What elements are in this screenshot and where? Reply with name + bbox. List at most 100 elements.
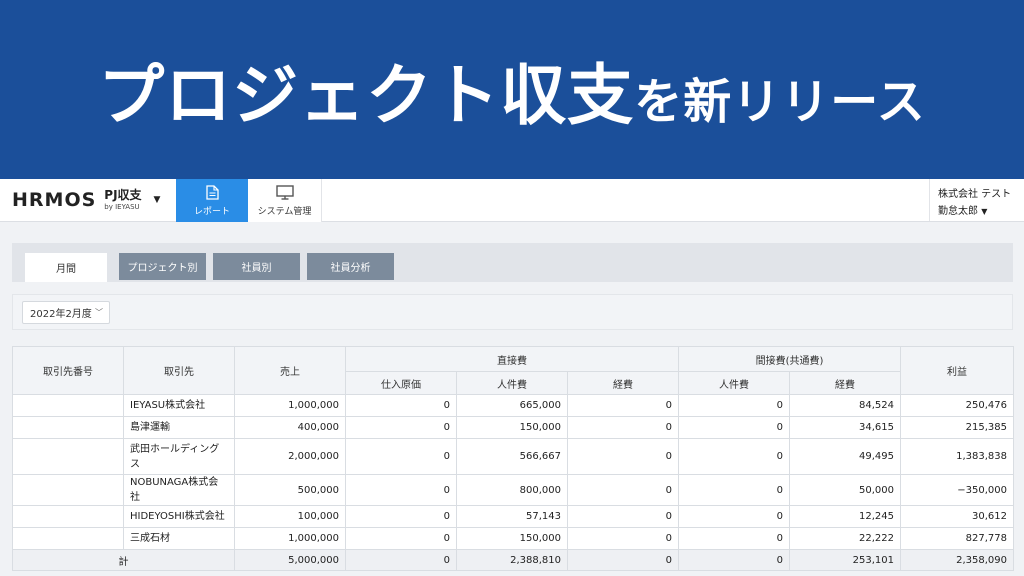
cell-expense: 0 (566, 394, 680, 417)
header-indirect-expense[interactable]: 経費 (789, 371, 902, 395)
cell-expense: 0 (566, 474, 680, 506)
product-switcher[interactable]: HRMOS PJ収支 by IEYASU ▼ (0, 179, 176, 221)
product-label: PJ収支 by IEYASU (104, 189, 141, 211)
user-name-row[interactable]: 勤怠太郎 ▼ (938, 203, 1024, 220)
header-direct-cost: 直接費 (344, 346, 680, 372)
banner-title: プロジェクト収支を新リリース (98, 42, 926, 138)
caret-down-icon: ▼ (981, 207, 988, 216)
cell-ind-labor: 0 (678, 416, 791, 439)
company-name: 株式会社 テスト (938, 189, 1012, 200)
cell-profit: −350,000 (900, 474, 1015, 506)
cell-ind-expense: 49,495 (789, 438, 902, 475)
app-header: HRMOS PJ収支 by IEYASU ▼ レポート システム管理 株式会社 … (0, 179, 1024, 222)
header-client[interactable]: 取引先 (123, 346, 235, 395)
total-ind-labor: 0 (678, 549, 791, 571)
cell-client: 武田ホールディングス (123, 438, 235, 475)
banner-title-main: プロジェクト収支 (98, 56, 635, 134)
table-row[interactable]: IEYASU株式会社 1,000,000 0 665,000 0 0 84,52… (12, 394, 1015, 417)
cell-sales: 2,000,000 (234, 438, 346, 475)
total-expense: 0 (566, 549, 680, 571)
cell-client: 三成石材 (123, 527, 235, 550)
cell-purchase: 0 (345, 474, 457, 506)
tab-monthly[interactable]: 月間 (25, 253, 107, 282)
filter-bar: 2022年2月度 ﹀ (12, 294, 1013, 330)
nav-system-admin-label: システム管理 (257, 206, 312, 217)
nav-report[interactable]: レポート (176, 179, 248, 222)
cell-labor: 665,000 (456, 394, 568, 417)
cell-sales: 1,000,000 (234, 394, 346, 417)
cell-profit: 827,778 (900, 527, 1015, 550)
cell-ind-labor: 0 (678, 505, 791, 528)
cell-client: 島津運輸 (123, 416, 235, 439)
cell-client: IEYASU株式会社 (123, 394, 235, 417)
chevron-down-icon: ﹀ (95, 308, 103, 317)
nav-report-label: レポート (193, 206, 230, 217)
cell-client: HIDEYOSHI株式会社 (123, 505, 235, 528)
table-row[interactable]: 三成石材 1,000,000 0 150,000 0 0 22,222 827,… (12, 527, 1015, 550)
header-purchase-cost[interactable]: 仕入原価 (345, 371, 457, 395)
header-indirect-cost: 間接費(共通費) (678, 346, 902, 372)
total-row: 計 5,000,000 0 2,388,810 0 0 253,101 2,35… (12, 549, 1015, 571)
tab-employee-analysis[interactable]: 社員分析 (307, 253, 394, 280)
report-tabs: 月間 プロジェクト別 社員別 社員分析 (12, 243, 1013, 282)
cell-client: NOBUNAGA株式会社 (123, 474, 235, 506)
cell-expense: 0 (566, 527, 680, 550)
cell-purchase: 0 (345, 416, 457, 439)
product-by: by IEYASU (104, 203, 140, 211)
total-label: 計 (12, 549, 235, 571)
cell-client-no (12, 416, 124, 439)
cell-client-no (12, 438, 124, 475)
table-row[interactable]: 島津運輸 400,000 0 150,000 0 0 34,615 215,38… (12, 416, 1015, 439)
cell-ind-labor: 0 (678, 527, 791, 550)
header-sales[interactable]: 売上 (234, 346, 346, 395)
header-indirect-labor[interactable]: 人件費 (678, 371, 791, 395)
header-profit[interactable]: 利益 (900, 346, 1015, 395)
table-row[interactable]: 武田ホールディングス 2,000,000 0 566,667 0 0 49,49… (12, 438, 1015, 475)
tab-by-project[interactable]: プロジェクト別 (119, 253, 206, 280)
total-profit: 2,358,090 (900, 549, 1015, 571)
promo-banner: プロジェクト収支を新リリース (0, 0, 1024, 179)
cell-client-no (12, 474, 124, 506)
cell-purchase: 0 (345, 505, 457, 528)
table-row[interactable]: NOBUNAGA株式会社 500,000 0 800,000 0 0 50,00… (12, 474, 1015, 506)
user-menu[interactable]: 株式会社 テスト 勤怠太郎 ▼ (929, 179, 1024, 221)
cell-labor: 566,667 (456, 438, 568, 475)
cell-labor: 57,143 (456, 505, 568, 528)
hrmos-logo: HRMOS (12, 189, 97, 211)
tab-by-employee[interactable]: 社員別 (213, 253, 300, 280)
total-purchase: 0 (345, 549, 457, 571)
cell-ind-expense: 50,000 (789, 474, 902, 506)
cell-ind-expense: 84,524 (789, 394, 902, 417)
header-client-no[interactable]: 取引先番号 (12, 346, 124, 395)
cell-client-no (12, 527, 124, 550)
cell-purchase: 0 (345, 394, 457, 417)
cell-labor: 150,000 (456, 527, 568, 550)
cell-labor: 150,000 (456, 416, 568, 439)
cell-ind-labor: 0 (678, 394, 791, 417)
product-name: PJ収支 (104, 188, 142, 202)
period-value: 2022年2月度 (30, 309, 92, 320)
header-direct-labor[interactable]: 人件費 (456, 371, 568, 395)
banner-title-tail: を新リリース (634, 73, 926, 130)
cell-client-no (12, 394, 124, 417)
cell-profit: 30,612 (900, 505, 1015, 528)
total-labor: 2,388,810 (456, 549, 568, 571)
cell-expense: 0 (566, 416, 680, 439)
table-row[interactable]: HIDEYOSHI株式会社 100,000 0 57,143 0 0 12,24… (12, 505, 1015, 528)
cell-ind-labor: 0 (678, 438, 791, 475)
cell-expense: 0 (566, 505, 680, 528)
profit-report-table: 取引先番号 取引先 売上 直接費 間接費(共通費) 利益 仕入原価 人件費 経費… (12, 346, 1015, 571)
cell-ind-expense: 22,222 (789, 527, 902, 550)
cell-purchase: 0 (345, 527, 457, 550)
caret-down-icon[interactable]: ▼ (154, 195, 161, 205)
header-direct-expense[interactable]: 経費 (566, 371, 680, 395)
user-name: 勤怠太郎 (938, 206, 978, 217)
cell-sales: 100,000 (234, 505, 346, 528)
period-select[interactable]: 2022年2月度 ﹀ (22, 301, 110, 324)
nav-system-admin[interactable]: システム管理 (248, 179, 322, 222)
cell-profit: 1,383,838 (900, 438, 1015, 475)
total-ind-expense: 253,101 (789, 549, 902, 571)
cell-sales: 400,000 (234, 416, 346, 439)
cell-ind-labor: 0 (678, 474, 791, 506)
cell-ind-expense: 34,615 (789, 416, 902, 439)
